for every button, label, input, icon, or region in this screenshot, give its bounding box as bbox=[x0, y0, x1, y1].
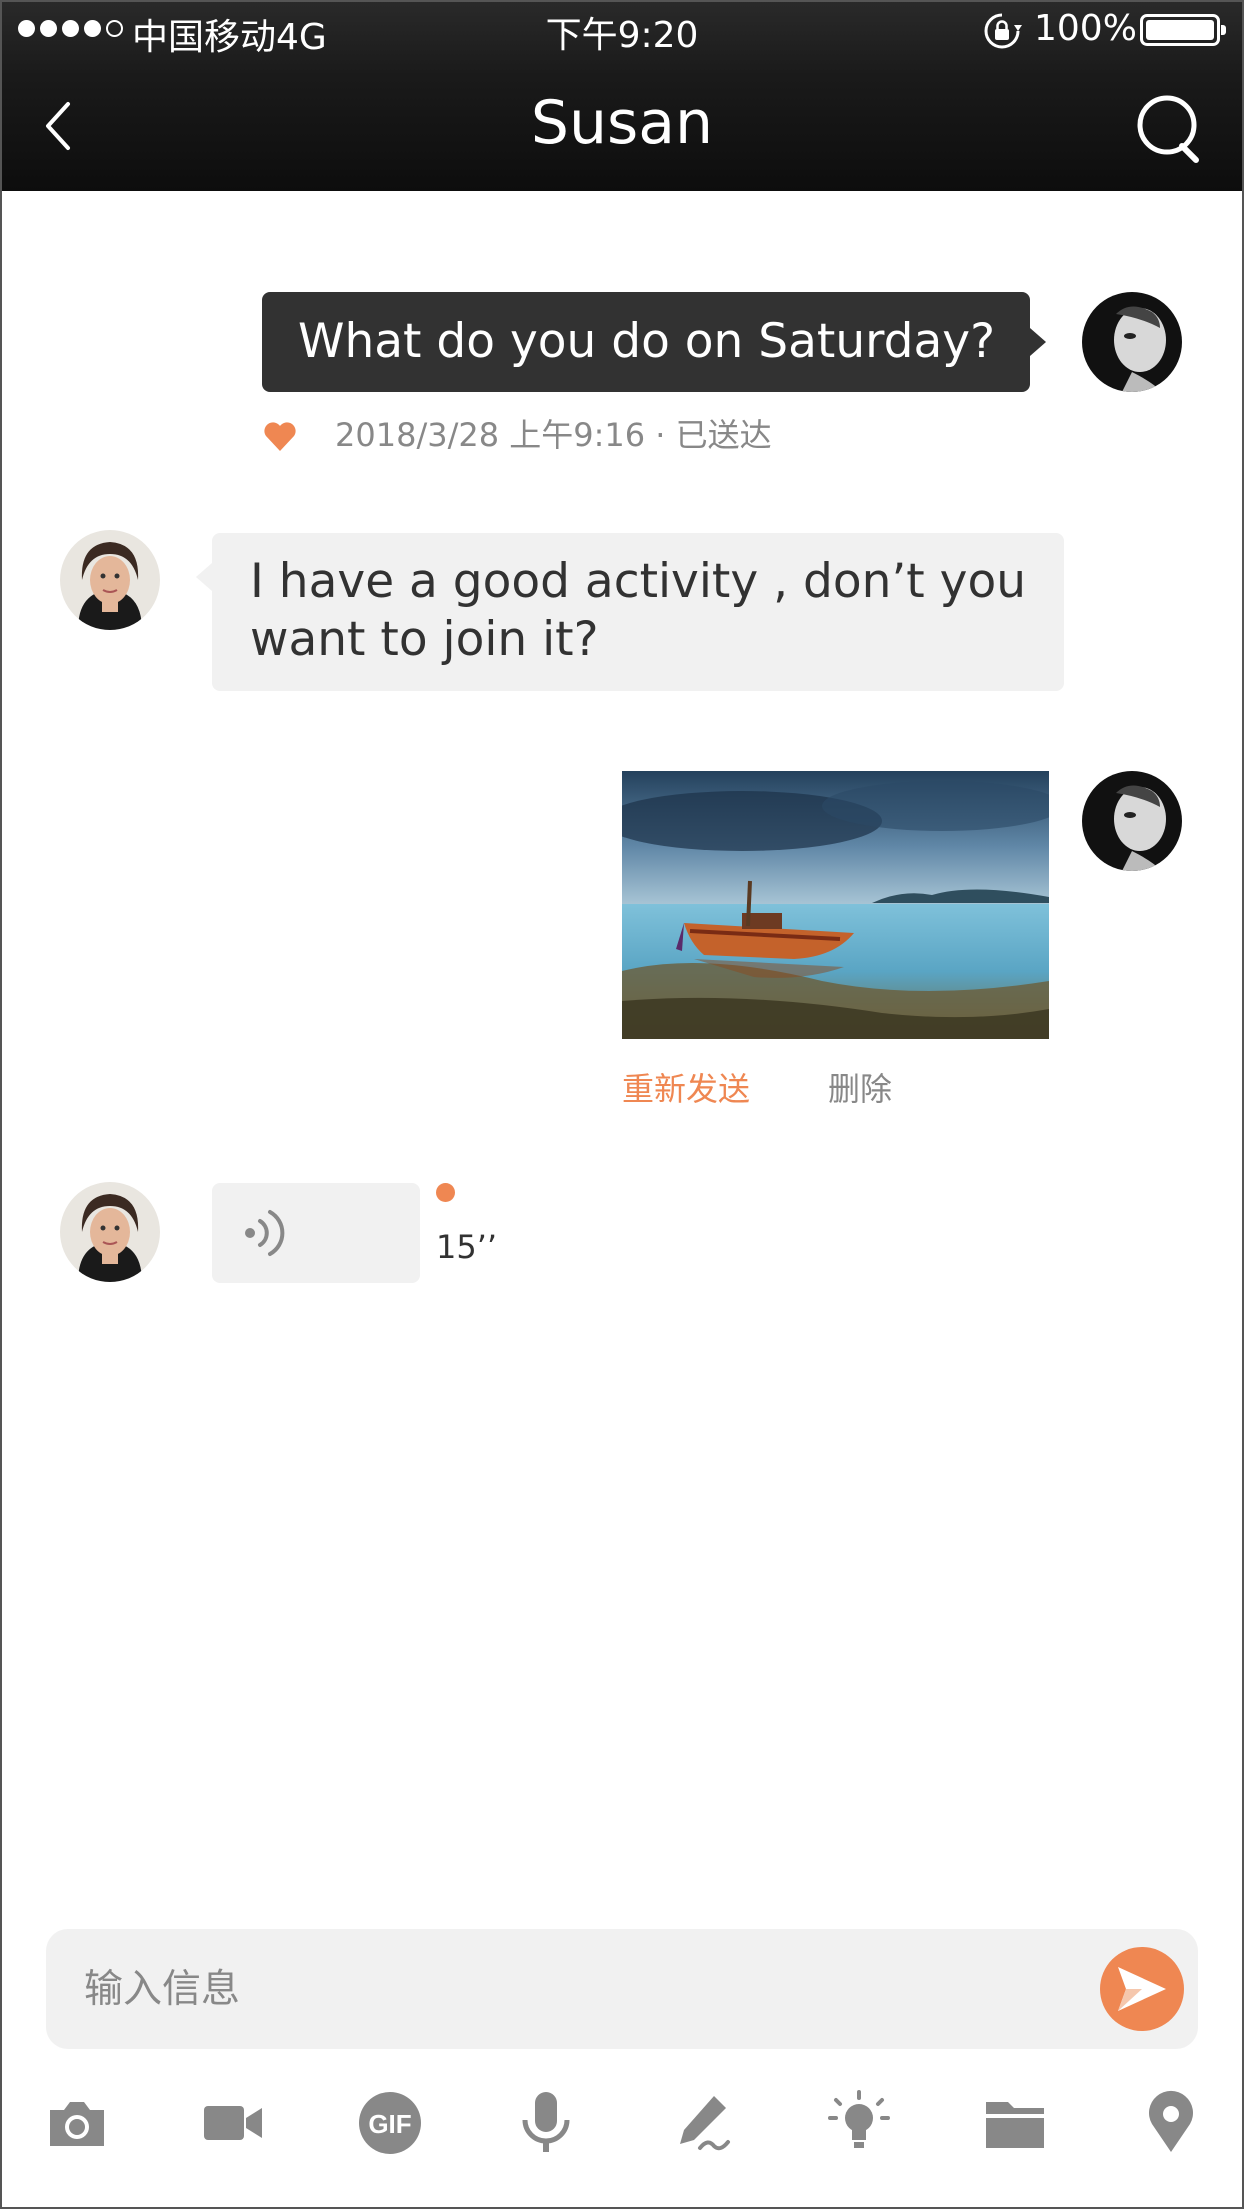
camera-button[interactable] bbox=[42, 2088, 112, 2158]
message-text-line-2: want to join it? bbox=[250, 612, 599, 667]
heart-icon[interactable] bbox=[262, 418, 298, 454]
camera-icon bbox=[50, 2102, 104, 2146]
search-icon[interactable] bbox=[1130, 88, 1210, 168]
file-button[interactable] bbox=[980, 2088, 1050, 2158]
page-title: Susan bbox=[530, 88, 714, 158]
video-camera-icon bbox=[204, 2106, 262, 2140]
photo-message[interactable] bbox=[622, 771, 1049, 1039]
incoming-message-bubble[interactable]: I have a good activity , don’t you want … bbox=[196, 533, 1064, 691]
composer-bar bbox=[46, 1929, 1198, 2049]
nav-header: 中国移动4G 下午9:20 100% Susan bbox=[0, 0, 1244, 191]
battery-icon bbox=[1140, 14, 1226, 46]
rotation-lock-icon bbox=[984, 13, 1022, 49]
avatar-me[interactable] bbox=[1082, 292, 1182, 392]
resend-button[interactable]: 重新发送 bbox=[622, 1064, 750, 1110]
microphone-icon bbox=[522, 2092, 570, 2152]
message-text: What do you do on Saturday? bbox=[298, 314, 996, 369]
voice-record-button[interactable] bbox=[511, 2088, 581, 2158]
folder-icon bbox=[986, 2102, 1044, 2148]
lightbulb-icon bbox=[828, 2090, 890, 2148]
message-text-line-1: I have a good activity , don’t you bbox=[250, 554, 1027, 609]
delete-button[interactable]: 删除 bbox=[828, 1064, 892, 1110]
pen-icon bbox=[680, 2096, 730, 2151]
idea-button[interactable] bbox=[824, 2088, 894, 2158]
send-button[interactable] bbox=[1100, 1947, 1184, 2031]
gif-label: GIF bbox=[368, 2109, 411, 2139]
gif-button[interactable]: GIF bbox=[355, 2088, 425, 2158]
avatar-me[interactable] bbox=[1082, 771, 1182, 871]
gif-icon: GIF bbox=[359, 2092, 421, 2154]
location-pin-icon bbox=[1149, 2090, 1193, 2152]
handwriting-button[interactable] bbox=[668, 2088, 738, 2158]
attachment-toolbar: GIF bbox=[0, 2088, 1244, 2168]
avatar-susan[interactable] bbox=[60, 1182, 160, 1282]
outgoing-message-bubble[interactable]: What do you do on Saturday? bbox=[262, 292, 1046, 392]
location-button[interactable] bbox=[1136, 2088, 1206, 2158]
video-button[interactable] bbox=[198, 2088, 268, 2158]
send-icon bbox=[1118, 1967, 1166, 2011]
voice-wave-icon bbox=[245, 1210, 285, 1256]
message-input[interactable] bbox=[84, 1929, 984, 2049]
message-meta: 2018/3/28 上午9:16 · 已送达 bbox=[335, 410, 772, 456]
avatar-susan[interactable] bbox=[60, 530, 160, 630]
unread-indicator bbox=[436, 1183, 455, 1202]
status-bar: 中国移动4G 下午9:20 100% bbox=[0, 0, 1244, 60]
message-timestamp: 2018/3/28 上午9:16 bbox=[335, 416, 646, 454]
battery-percentage: 100% bbox=[1034, 8, 1137, 49]
voice-duration: 15’’ bbox=[436, 1228, 498, 1266]
delivery-status: · 已送达 bbox=[655, 416, 772, 454]
voice-message-bubble[interactable] bbox=[212, 1183, 420, 1283]
